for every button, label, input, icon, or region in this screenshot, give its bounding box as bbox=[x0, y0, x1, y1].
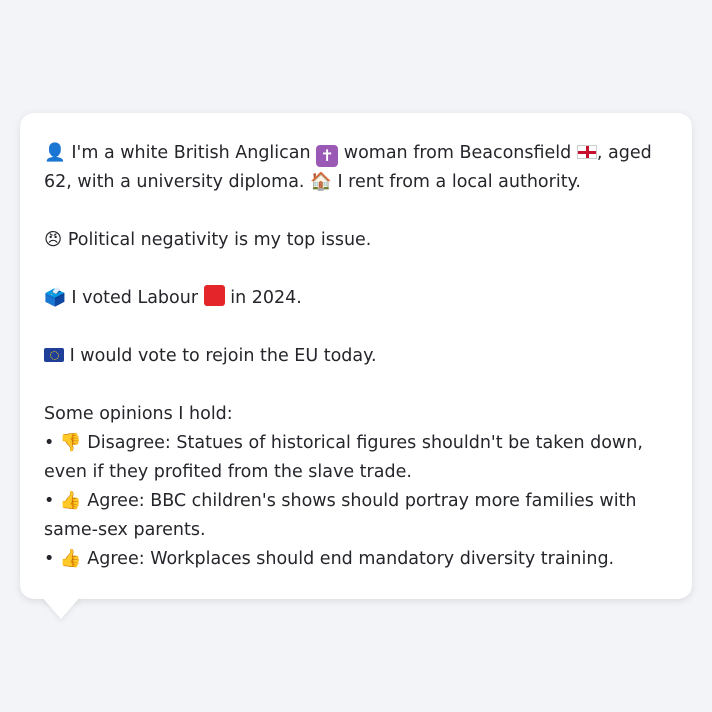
opinion-item: • 👎 Disagree: Statues of historical figu… bbox=[44, 429, 668, 487]
vote-text-2: in 2024. bbox=[230, 288, 302, 308]
intro-text-1: I'm a white British Anglican bbox=[71, 143, 311, 163]
cross-icon: ✝ bbox=[316, 145, 339, 167]
opinion-stance: Disagree: bbox=[87, 433, 171, 453]
intro-text-4: I rent from a local authority. bbox=[337, 172, 581, 192]
thumbs-down-icon: 👎 bbox=[59, 433, 82, 453]
labour-red-square-icon bbox=[203, 285, 225, 306]
eu-paragraph: I would vote to rejoin the EU today. bbox=[44, 342, 668, 371]
opinions-heading: Some opinions I hold: bbox=[44, 404, 233, 424]
bullet: • bbox=[44, 433, 55, 453]
person-icon: 👤 bbox=[44, 143, 66, 163]
issue-paragraph: 😠 Political negativity is my top issue. bbox=[44, 226, 668, 255]
opinion-stance: Agree: bbox=[87, 549, 145, 569]
eu-text: I would vote to rejoin the EU today. bbox=[69, 346, 377, 366]
vote-text-1: I voted Labour bbox=[71, 288, 199, 308]
ballot-box-icon: 🗳️ bbox=[44, 288, 66, 308]
england-flag-icon bbox=[576, 145, 597, 159]
bullet: • bbox=[44, 491, 55, 511]
issue-text: Political negativity is my top issue. bbox=[67, 230, 372, 250]
vote-paragraph: 🗳️ I voted Labour in 2024. bbox=[44, 284, 668, 313]
thumbs-up-icon: 👍 bbox=[59, 549, 82, 569]
speech-bubble-tail bbox=[41, 596, 81, 619]
opinion-item: • 👍 Agree: BBC children's shows should p… bbox=[44, 487, 668, 545]
eu-flag-icon bbox=[44, 348, 64, 362]
opinion-stance: Agree: bbox=[87, 491, 145, 511]
opinion-text: Workplaces should end mandatory diversit… bbox=[150, 549, 615, 569]
angry-face-icon: 😠 bbox=[44, 230, 63, 250]
bullet: • bbox=[44, 549, 55, 569]
thumbs-up-icon: 👍 bbox=[59, 491, 82, 511]
opinion-item: • 👍 Agree: Workplaces should end mandato… bbox=[44, 545, 668, 574]
intro-paragraph: 👤 I'm a white British Anglican ✝ woman f… bbox=[44, 139, 668, 197]
intro-text-2: woman from Beaconsfield bbox=[343, 143, 572, 163]
house-icon: 🏠 bbox=[310, 172, 332, 192]
persona-card: 👤 I'm a white British Anglican ✝ woman f… bbox=[20, 113, 692, 599]
